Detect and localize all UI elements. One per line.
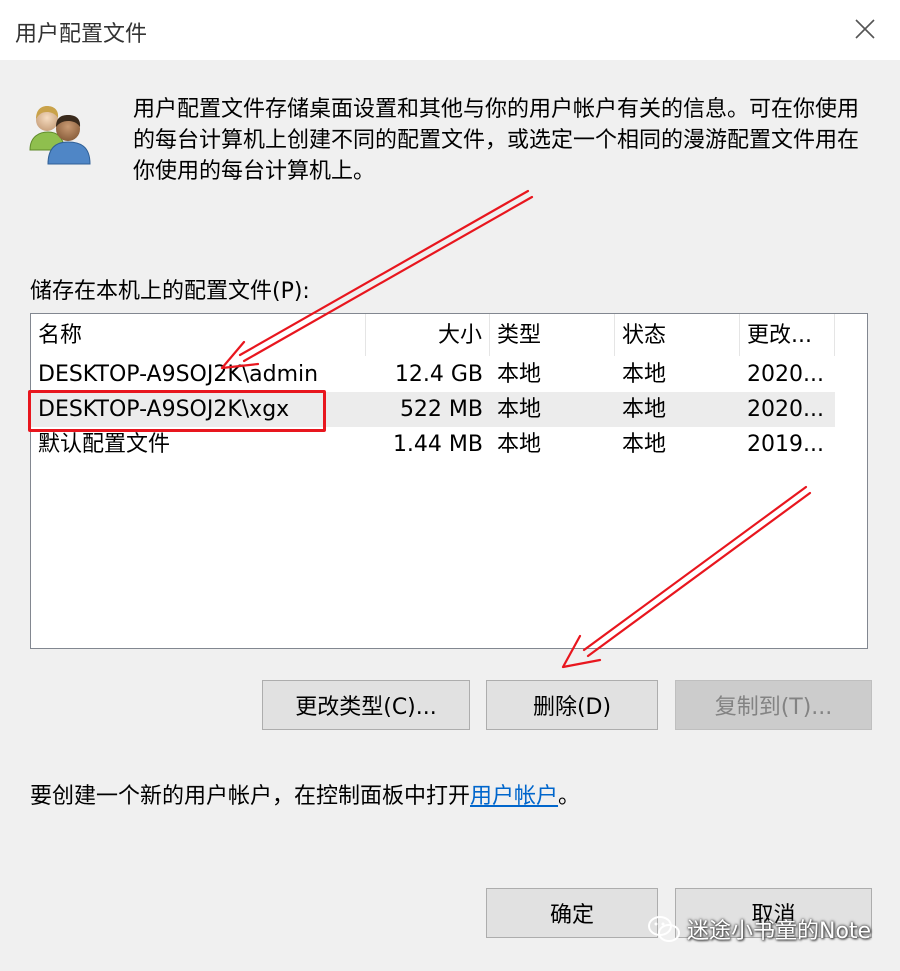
column-header-type[interactable]: 类型 — [490, 314, 615, 356]
delete-button[interactable]: 删除(D) — [486, 680, 658, 730]
change-type-button[interactable]: 更改类型(C)... — [262, 680, 470, 730]
profile-size: 1.44 MB — [392, 432, 483, 457]
profile-name: DESKTOP-A9SOJ2K\admin — [38, 362, 319, 387]
profile-list[interactable]: 名称 大小 类型 状态 更改... DESKTOP-A9SOJ2K\admin … — [30, 313, 868, 649]
users-icon — [29, 106, 91, 165]
profile-name: DESKTOP-A9SOJ2K\xgx — [38, 397, 290, 422]
profile-type: 本地 — [497, 362, 542, 387]
list-item-selected[interactable]: DESKTOP-A9SOJ2K\xgx 522 MB 本地 本地 2020... — [31, 392, 835, 427]
column-header-size[interactable]: 大小 — [366, 314, 490, 356]
watermark-text: 迷途小书童的Note — [687, 919, 872, 944]
column-header-modified[interactable]: 更改... — [740, 314, 835, 356]
profile-name: 默认配置文件 — [38, 432, 171, 457]
list-item[interactable]: 默认配置文件 1.44 MB 本地 本地 2019... — [31, 427, 835, 462]
profile-modified: 2020... — [747, 362, 824, 387]
close-icon — [855, 19, 875, 39]
title-bar: 用户配置文件 — [0, 0, 900, 60]
description-text: 用户配置文件存储桌面设置和其他与你的用户帐户有关的信息。可在你使用的每台计算机上… — [133, 97, 860, 184]
profile-status: 本地 — [622, 362, 667, 387]
list-item[interactable]: DESKTOP-A9SOJ2K\admin 12.4 GB 本地 本地 2020… — [31, 357, 835, 392]
profile-modified: 2019... — [747, 432, 824, 457]
profile-status: 本地 — [622, 432, 667, 457]
watermark: 迷途小书童的Note — [647, 913, 871, 945]
ok-button[interactable]: 确定 — [486, 888, 658, 938]
profile-type: 本地 — [497, 432, 542, 457]
hint-suffix: 。 — [558, 784, 581, 809]
window-title: 用户配置文件 — [15, 22, 148, 47]
close-button[interactable] — [848, 12, 882, 46]
column-header-name[interactable]: 名称 — [31, 314, 366, 356]
user-accounts-link[interactable]: 用户帐户 — [470, 784, 558, 809]
list-label: 储存在本机上的配置文件(P): — [30, 279, 310, 304]
wechat-icon — [648, 916, 680, 942]
create-account-hint: 要创建一个新的用户帐户，在控制面板中打开用户帐户。 — [30, 778, 580, 810]
profile-status: 本地 — [622, 397, 667, 422]
list-header: 名称 大小 类型 状态 更改... — [31, 314, 835, 356]
profile-size: 12.4 GB — [394, 362, 483, 387]
hint-prefix: 要创建一个新的用户帐户，在控制面板中打开 — [30, 784, 471, 809]
column-header-status[interactable]: 状态 — [615, 314, 740, 356]
profile-type: 本地 — [497, 397, 542, 422]
profile-size: 522 MB — [399, 397, 483, 422]
profile-modified: 2020... — [747, 397, 824, 422]
copy-to-button[interactable]: 复制到(T)... — [675, 680, 872, 730]
